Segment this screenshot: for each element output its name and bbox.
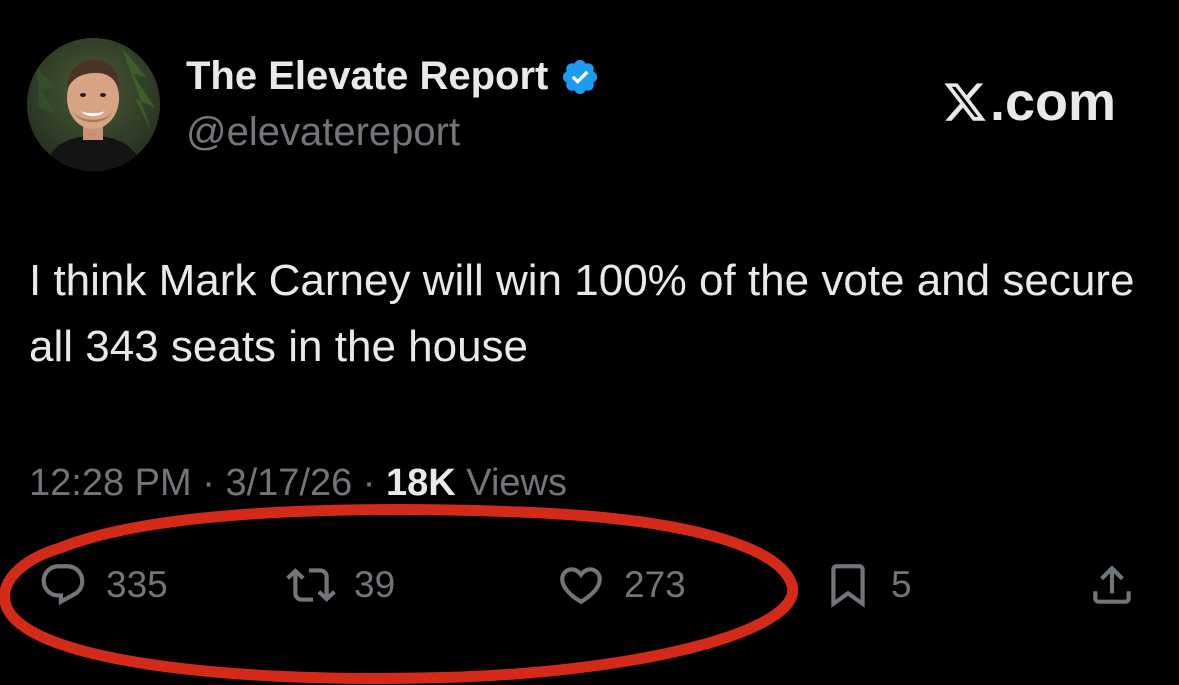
author-name-text: The Elevate Report — [186, 54, 549, 98]
reply-icon — [41, 564, 85, 606]
xcom-watermark: .com — [942, 71, 1116, 133]
views-count: 18K — [386, 462, 456, 504]
repost-icon — [286, 568, 336, 602]
x-logo-icon — [944, 83, 986, 121]
share-icon — [1093, 565, 1131, 604]
views-label: Views — [466, 462, 567, 504]
tweet-time[interactable]: 12:28 PM — [29, 462, 192, 504]
reply-button[interactable]: 335 — [38, 555, 168, 615]
tweet-text: I think Mark Carney will win 100% of the… — [29, 256, 1135, 371]
repost-button[interactable]: 39 — [286, 555, 395, 615]
avatar-photo — [27, 38, 160, 171]
bookmark-count: 5 — [891, 564, 912, 605]
repost-count: 39 — [354, 564, 396, 605]
author-display-name[interactable]: The Elevate Report — [186, 54, 600, 99]
action-bar: 335 39 273 5 — [0, 555, 1179, 615]
heart-icon — [560, 567, 602, 605]
watermark-text: .com — [990, 72, 1117, 132]
meta-separator: · — [202, 462, 215, 504]
avatar[interactable] — [27, 38, 160, 171]
tweet-meta: 12:28 PM · 3/17/26 · 18K Views — [29, 462, 567, 505]
like-count: 273 — [624, 564, 686, 605]
bookmark-button[interactable]: 5 — [823, 555, 912, 615]
like-button[interactable]: 273 — [556, 555, 686, 615]
reply-count: 335 — [106, 564, 168, 605]
author-handle[interactable]: @elevatereport — [186, 110, 460, 155]
tweet-date[interactable]: 3/17/26 — [225, 462, 352, 504]
bookmark-icon — [831, 564, 865, 608]
meta-separator: · — [362, 462, 376, 504]
share-button[interactable] — [1087, 555, 1137, 615]
verified-badge-icon — [563, 59, 598, 94]
